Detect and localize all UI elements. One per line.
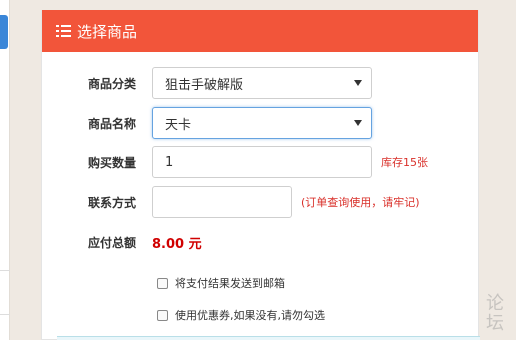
category-select-value: 狙击手破解版 bbox=[165, 77, 244, 93]
next-section-edge bbox=[57, 336, 480, 340]
quantity-value: 1 bbox=[165, 154, 174, 170]
panel-header: 选择商品 bbox=[42, 10, 478, 52]
email-option-label: 将支付结果发送到邮箱 bbox=[175, 277, 285, 290]
sidebar-accent-tab[interactable] bbox=[0, 15, 8, 49]
chevron-down-icon bbox=[354, 80, 362, 86]
email-option[interactable]: 将支付结果发送到邮箱 bbox=[157, 275, 285, 291]
contact-hint: (订单查询使用，请牢记) bbox=[301, 196, 420, 209]
contact-row: 联系方式 (订单查询使用，请牢记) bbox=[42, 185, 480, 219]
watermark: 论坛 bbox=[486, 293, 504, 334]
coupon-option[interactable]: 使用优惠券,如果没有,请勿勾选 bbox=[157, 307, 325, 323]
product-row: 商品名称 天卡 bbox=[42, 106, 480, 140]
sidebar-divider bbox=[0, 314, 10, 315]
product-select[interactable]: 天卡 bbox=[152, 107, 372, 139]
contact-input[interactable] bbox=[152, 186, 292, 218]
left-sidebar-strip bbox=[0, 0, 10, 340]
contact-label: 联系方式 bbox=[88, 195, 137, 210]
email-checkbox[interactable] bbox=[157, 277, 168, 289]
coupon-option-label: 使用优惠券,如果没有,请勿勾选 bbox=[175, 309, 325, 322]
total-label: 应付总额 bbox=[88, 235, 137, 250]
stock-hint: 库存15张 bbox=[381, 156, 428, 169]
category-label: 商品分类 bbox=[88, 76, 137, 91]
select-product-panel: 选择商品 商品分类 狙击手破解版 商品名称 天卡 购买数量 1 库存15张 联系… bbox=[41, 10, 480, 340]
total-row: 应付总额 8.00 元 bbox=[42, 225, 480, 259]
list-icon bbox=[56, 25, 71, 37]
product-label: 商品名称 bbox=[88, 116, 137, 131]
coupon-checkbox[interactable] bbox=[157, 309, 168, 321]
panel-title: 选择商品 bbox=[77, 22, 138, 41]
category-row: 商品分类 狙击手破解版 bbox=[42, 66, 480, 100]
quantity-input[interactable]: 1 bbox=[152, 146, 372, 178]
quantity-label: 购买数量 bbox=[88, 155, 137, 170]
sidebar-divider bbox=[0, 270, 10, 271]
quantity-row: 购买数量 1 库存15张 bbox=[42, 145, 480, 179]
total-amount: 8.00 元 bbox=[152, 236, 202, 252]
category-select[interactable]: 狙击手破解版 bbox=[152, 67, 372, 99]
product-select-value: 天卡 bbox=[165, 117, 192, 133]
chevron-down-icon bbox=[354, 120, 362, 126]
